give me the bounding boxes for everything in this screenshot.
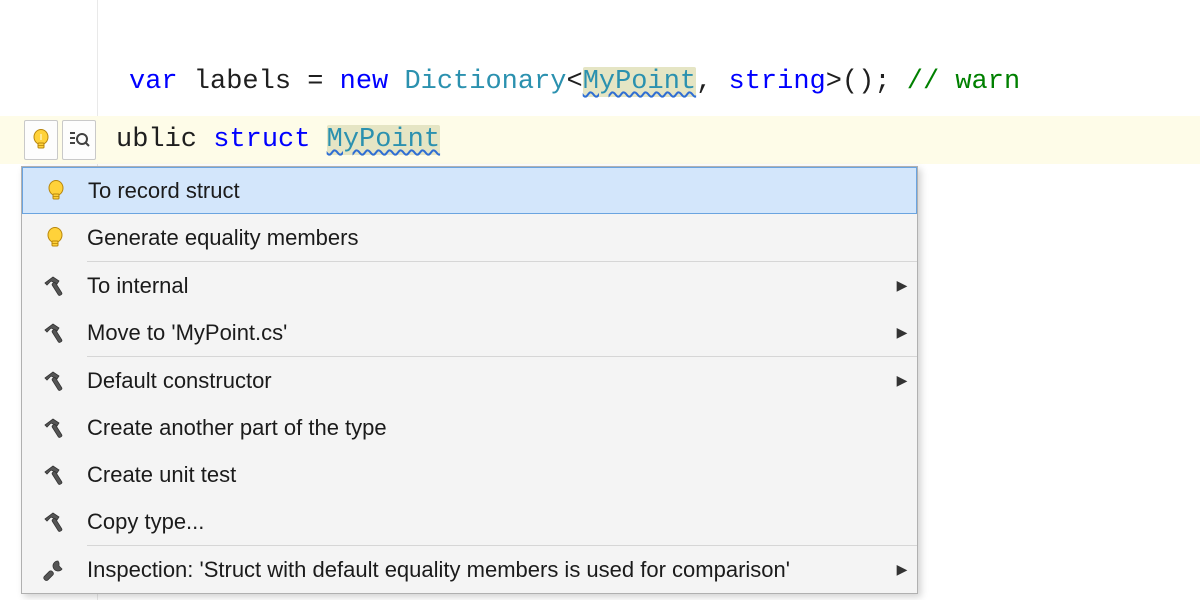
quick-actions-menu: To record struct Generate equality member… <box>21 166 918 594</box>
menu-item-label: Create another part of the type <box>87 415 887 441</box>
menu-item[interactable]: To internal▶ <box>22 262 917 309</box>
token-type-mypoint: MyPoint <box>327 125 440 155</box>
wrench-icon-slot <box>22 558 87 582</box>
bulb-icon-slot <box>22 226 87 250</box>
token-comment: // warn <box>891 67 1021 97</box>
token-keyword: string <box>712 67 825 97</box>
quick-actions-toolbar <box>24 116 96 164</box>
lightbulb-icon <box>46 179 66 203</box>
token-type-mypoint: MyPoint <box>583 67 696 97</box>
menu-item-label: Copy type... <box>87 509 887 535</box>
menu-item[interactable]: To record struct <box>22 167 917 214</box>
hammer-icon <box>43 322 67 344</box>
menu-item-label: Default constructor <box>87 368 887 394</box>
hammer-icon-slot <box>22 464 87 486</box>
menu-item[interactable]: Move to 'MyPoint.cs'▶ <box>22 309 917 356</box>
menu-item-label: To internal <box>87 273 887 299</box>
menu-item-label: Create unit test <box>87 462 887 488</box>
hammer-icon <box>43 417 67 439</box>
hammer-icon-slot <box>22 370 87 392</box>
submenu-arrow-icon: ▶ <box>887 372 917 389</box>
menu-item[interactable]: Inspection: 'Struct with default equalit… <box>22 546 917 593</box>
token-space <box>310 125 326 155</box>
token-punct: , <box>696 67 712 97</box>
code-line-current[interactable]: ublic struct MyPoint <box>0 116 1200 164</box>
menu-item-label: Generate equality members <box>87 225 887 251</box>
hammer-icon-slot <box>22 417 87 439</box>
token-keyword: struct <box>213 125 310 155</box>
menu-item-label: Move to 'MyPoint.cs' <box>87 320 887 346</box>
lightbulb-button[interactable] <box>24 120 58 160</box>
menu-item-label: To record struct <box>88 178 886 204</box>
lightbulb-icon <box>45 226 65 250</box>
token-punct: < <box>566 67 582 97</box>
submenu-arrow-icon: ▶ <box>887 561 917 578</box>
lightbulb-icon <box>31 128 51 152</box>
token-text: ublic <box>116 125 213 155</box>
hammer-icon-slot <box>22 322 87 344</box>
menu-item[interactable]: Default constructor▶ <box>22 357 917 404</box>
bulb-icon-slot <box>23 179 88 203</box>
hammer-icon-slot <box>22 511 87 533</box>
menu-item-label: Inspection: 'Struct with default equalit… <box>87 557 887 583</box>
hammer-icon <box>43 275 67 297</box>
menu-item[interactable]: Create another part of the type <box>22 404 917 451</box>
find-usages-icon <box>68 129 90 151</box>
wrench-icon <box>43 558 67 582</box>
token-punct: >(); <box>826 67 891 97</box>
menu-item[interactable]: Create unit test <box>22 451 917 498</box>
submenu-arrow-icon: ▶ <box>887 324 917 341</box>
menu-item[interactable]: Generate equality members <box>22 214 917 261</box>
submenu-arrow-icon: ▶ <box>887 277 917 294</box>
hammer-icon <box>43 511 67 533</box>
hammer-icon <box>43 464 67 486</box>
hammer-icon <box>43 370 67 392</box>
find-usages-button[interactable] <box>62 120 96 160</box>
hammer-icon-slot <box>22 275 87 297</box>
menu-item[interactable]: Copy type... <box>22 498 917 545</box>
